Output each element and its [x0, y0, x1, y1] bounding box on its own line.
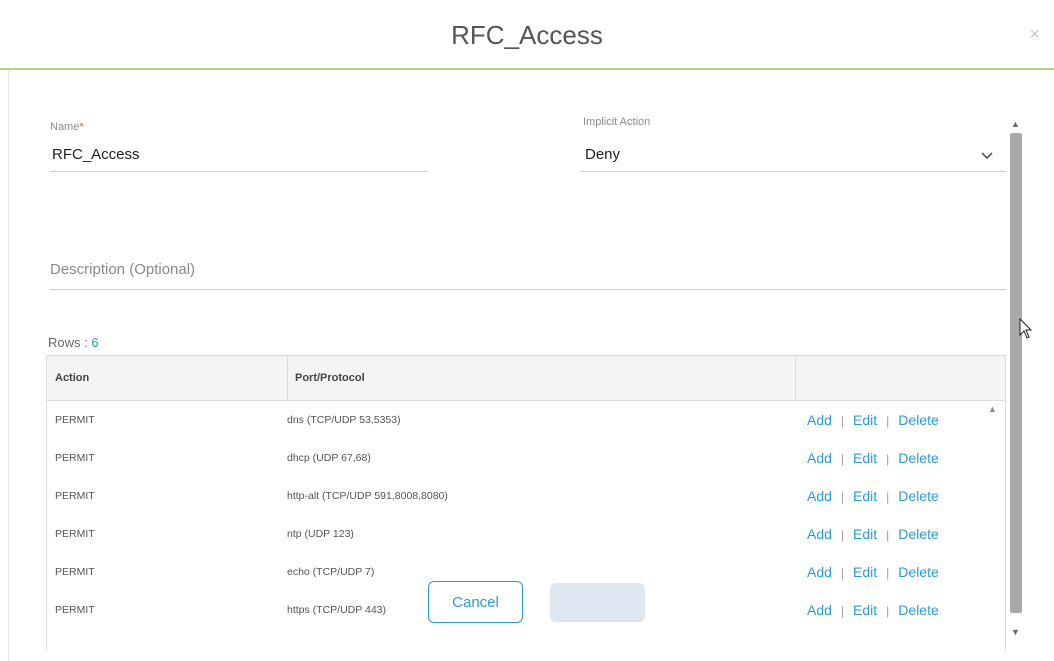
edit-link[interactable]: Edit [853, 602, 877, 618]
dialog-title: RFC_Access [451, 20, 603, 50]
table-row[interactable]: PERMIT echo (TCP/UDP 7) Add | Edit | Delete [47, 554, 1005, 592]
edit-link[interactable]: Edit [853, 450, 877, 466]
rows-count-value: 6 [91, 335, 99, 350]
link-separator: | [840, 490, 845, 504]
dialog-scrollbar[interactable]: ▲ ▼ [1007, 115, 1025, 655]
row-action: PERMIT [55, 528, 95, 540]
table-scroll-up-arrow-icon[interactable]: ▲ [988, 404, 997, 414]
row-action: PERMIT [55, 566, 95, 578]
implicit-action-select[interactable]: Deny [585, 146, 620, 163]
column-header-port-protocol[interactable]: Port/Protocol [287, 356, 795, 401]
delete-link[interactable]: Delete [898, 412, 938, 428]
row-action: PERMIT [55, 604, 95, 616]
row-links: Add | Edit | Delete [807, 488, 939, 504]
row-port-protocol: dhcp (UDP 67,68) [287, 452, 371, 464]
row-action: PERMIT [55, 490, 95, 502]
table-row[interactable]: PERMIT dns (TCP/UDP 53,5353) Add | Edit | De… [47, 402, 1005, 440]
row-action: PERMIT [55, 452, 95, 464]
save-button[interactable] [550, 583, 645, 622]
name-label-text: Name [50, 121, 80, 133]
delete-link[interactable]: Delete [898, 564, 938, 580]
table-row[interactable]: PERMIT ntp (UDP 123) Add | Edit | Delete [47, 516, 1005, 554]
row-links: Add | Edit | Delete [807, 450, 939, 466]
table-row[interactable]: PERMIT dhcp (UDP 67,68) Add | Edit | Delete [47, 440, 1005, 478]
scrollbar-thumb[interactable] [1010, 133, 1022, 613]
row-links: Add | Edit | Delete [807, 564, 939, 580]
link-separator: | [840, 414, 845, 428]
table-row[interactable]: PERMIT https (TCP/UDP 443) Add | Edit | Dele… [47, 592, 1005, 630]
link-separator: | [886, 490, 890, 504]
link-separator: | [886, 452, 890, 466]
row-links: Add | Edit | Delete [807, 412, 939, 428]
delete-link[interactable]: Delete [898, 450, 938, 466]
row-links: Add | Edit | Delete [807, 526, 939, 542]
add-link[interactable]: Add [807, 526, 832, 542]
column-header-actions [795, 356, 1005, 401]
link-separator: | [886, 566, 890, 580]
chevron-down-icon[interactable] [981, 148, 993, 164]
link-separator: | [840, 604, 845, 618]
table-header: Action Port/Protocol [47, 356, 1005, 401]
edit-link[interactable]: Edit [853, 526, 877, 542]
link-separator: | [840, 528, 845, 542]
rules-table: Action Port/Protocol PERMIT dns (TCP/UDP… [46, 355, 1006, 650]
required-asterisk: * [79, 121, 84, 133]
row-links: Add | Edit | Delete [807, 602, 939, 618]
link-separator: | [886, 528, 890, 542]
name-field-label: Name* [50, 121, 84, 133]
dialog-header: RFC_Access × [0, 0, 1054, 70]
row-port-protocol: echo (TCP/UDP 7) [287, 566, 375, 578]
scroll-up-arrow-icon[interactable]: ▲ [1011, 119, 1020, 129]
row-port-protocol: https (TCP/UDP 443) [287, 604, 387, 616]
link-separator: | [840, 452, 845, 466]
edit-link[interactable]: Edit [853, 488, 877, 504]
link-separator: | [886, 414, 890, 428]
name-input-underline [50, 171, 428, 172]
row-port-protocol: ntp (UDP 123) [287, 528, 354, 540]
rows-label-text: Rows : [48, 335, 92, 350]
dialog-left-edge [8, 0, 9, 661]
delete-link[interactable]: Delete [898, 602, 938, 618]
mouse-pointer-icon [1019, 317, 1033, 340]
edit-link[interactable]: Edit [853, 412, 877, 428]
table-row[interactable]: PERMIT http-alt (TCP/UDP 591,8008,8080) … [47, 478, 1005, 516]
delete-link[interactable]: Delete [898, 488, 938, 504]
description-underline [50, 289, 1006, 290]
add-link[interactable]: Add [807, 564, 832, 580]
edit-link[interactable]: Edit [853, 564, 877, 580]
delete-link[interactable]: Delete [898, 526, 938, 542]
rows-count-label: Rows : 6 [48, 335, 99, 350]
scroll-down-arrow-icon[interactable]: ▼ [1011, 627, 1020, 637]
row-port-protocol: dns (TCP/UDP 53,5353) [287, 414, 401, 426]
link-separator: | [840, 566, 845, 580]
row-port-protocol: http-alt (TCP/UDP 591,8008,8080) [287, 490, 448, 502]
add-link[interactable]: Add [807, 450, 832, 466]
implicit-action-underline [580, 171, 1006, 172]
name-input[interactable]: RFC_Access [52, 146, 140, 163]
row-action: PERMIT [55, 414, 95, 426]
add-link[interactable]: Add [807, 412, 832, 428]
implicit-action-label: Implicit Action [583, 116, 651, 128]
close-icon[interactable]: × [1029, 24, 1040, 45]
cancel-button[interactable]: Cancel [428, 581, 523, 623]
column-header-action[interactable]: Action [47, 356, 287, 401]
description-input[interactable]: Description (Optional) [50, 261, 195, 278]
link-separator: | [886, 604, 890, 618]
add-link[interactable]: Add [807, 602, 832, 618]
add-link[interactable]: Add [807, 488, 832, 504]
